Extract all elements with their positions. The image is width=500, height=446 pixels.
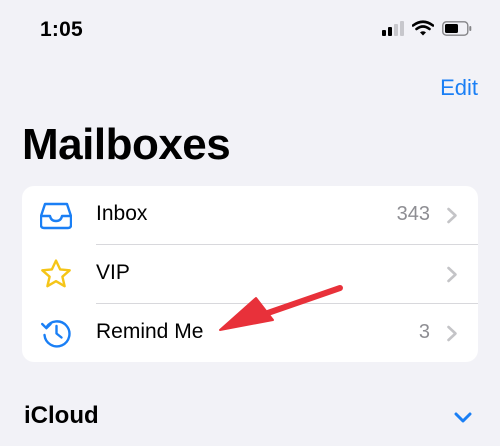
status-bar: 1:05	[0, 0, 500, 60]
mailbox-label: Inbox	[96, 202, 148, 225]
battery-icon	[442, 20, 472, 36]
edit-button[interactable]: Edit	[440, 75, 478, 101]
inbox-tray-icon	[40, 202, 72, 230]
wifi-icon	[412, 20, 434, 36]
chevron-right-icon	[447, 325, 457, 342]
status-time: 1:05	[40, 18, 83, 41]
section-title-icloud: iCloud	[24, 402, 99, 429]
star-icon	[41, 259, 71, 288]
unread-count: 3	[418, 321, 430, 343]
chevron-right-icon	[447, 207, 457, 224]
clock-history-icon	[41, 320, 71, 348]
mailbox-label: VIP	[96, 261, 130, 284]
mailbox-row-remind-me[interactable]: Remind Me 3	[22, 304, 478, 362]
unread-count: 343	[396, 203, 430, 225]
page-title: Mailboxes	[22, 120, 231, 169]
mailboxes-list: Inbox 343 VIP Remind Me 3	[22, 186, 478, 362]
mailbox-label: Remind Me	[96, 320, 204, 343]
chevron-right-icon	[447, 266, 457, 283]
cellular-signal-icon	[382, 20, 404, 36]
status-icons	[382, 20, 472, 36]
chevron-down-icon[interactable]	[454, 411, 472, 425]
mailbox-row-vip[interactable]: VIP	[22, 245, 478, 303]
mailbox-row-inbox[interactable]: Inbox 343	[22, 186, 478, 244]
